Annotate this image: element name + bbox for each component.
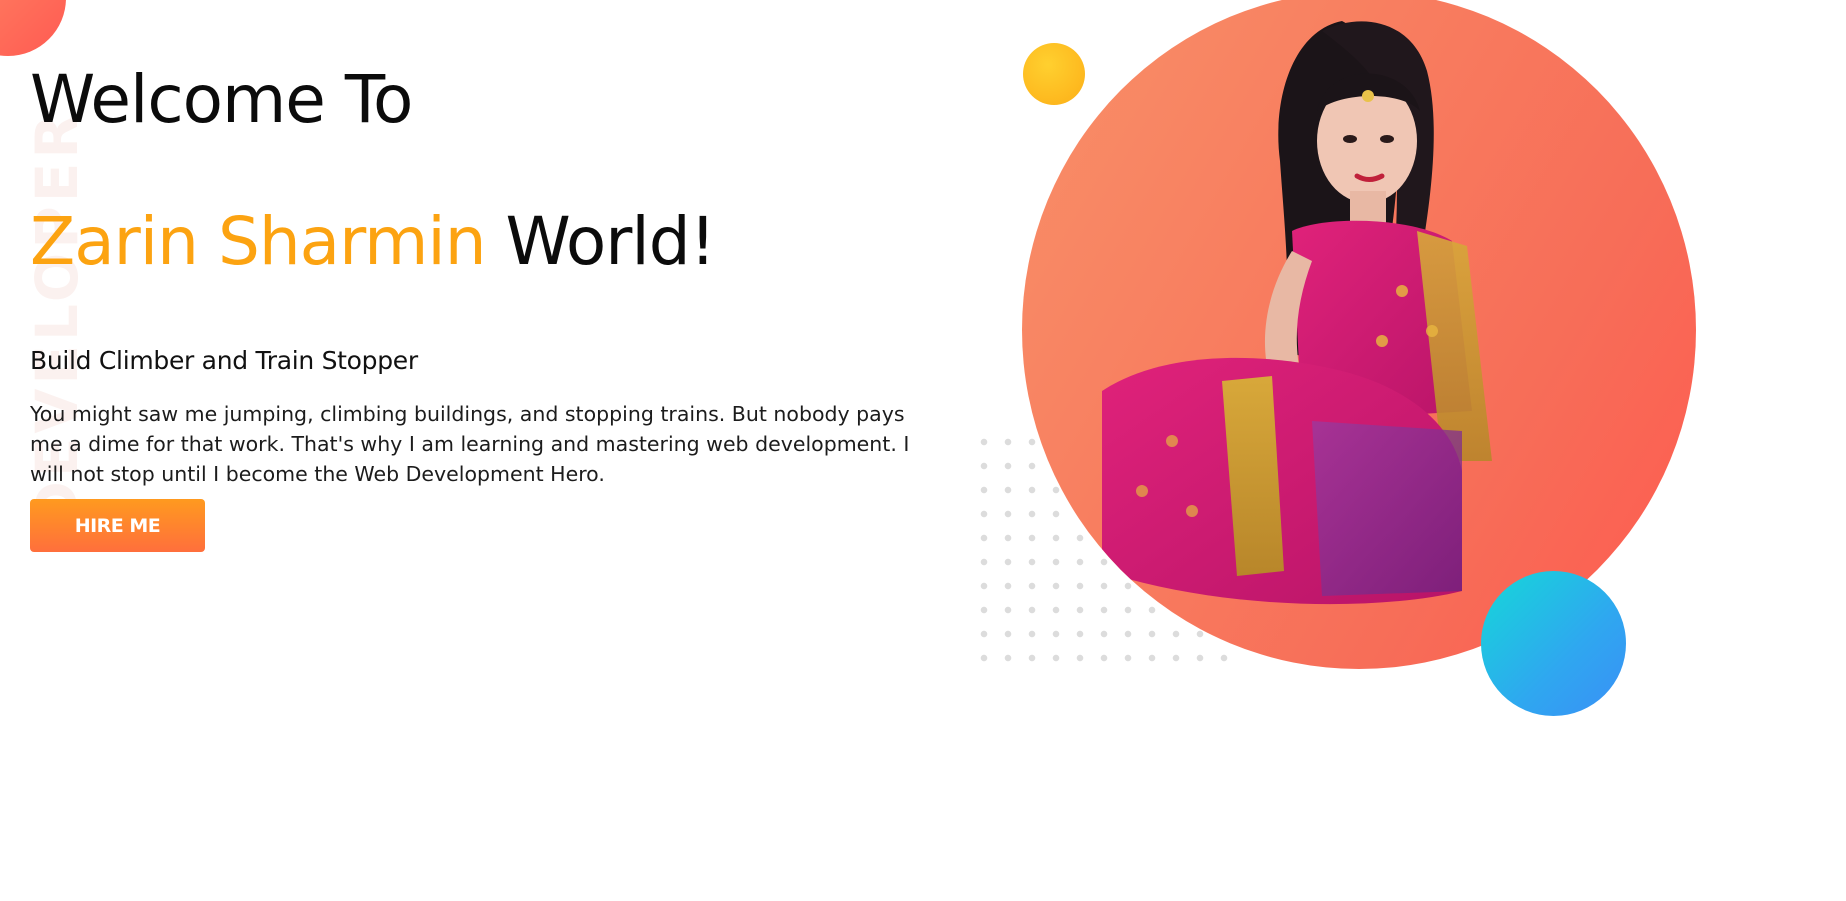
- name-suffix: World!: [485, 203, 717, 280]
- hero-text-block: Welcome To Zarin Sharmin World! Build Cl…: [30, 60, 960, 552]
- hero-section: DEVELOPER Welcome To Zarin Sharmin World…: [0, 0, 1846, 901]
- profile-photo-icon: [1102, 21, 1492, 605]
- welcome-heading: Welcome To: [30, 61, 413, 138]
- name-highlight: Zarin Sharmin: [30, 203, 487, 280]
- decorative-yellow-circle: [1023, 43, 1085, 105]
- decorative-corner-blob: [0, 0, 66, 56]
- bio-paragraph: You might saw me jumping, climbing build…: [30, 402, 910, 486]
- tagline: Build Climber and Train Stopper: [30, 346, 418, 375]
- decorative-blue-circle: [1481, 571, 1626, 716]
- portrait-circle: [1022, 0, 1696, 669]
- name-heading: Zarin Sharmin World!: [30, 202, 960, 282]
- hire-me-button[interactable]: HIRE ME: [30, 499, 205, 552]
